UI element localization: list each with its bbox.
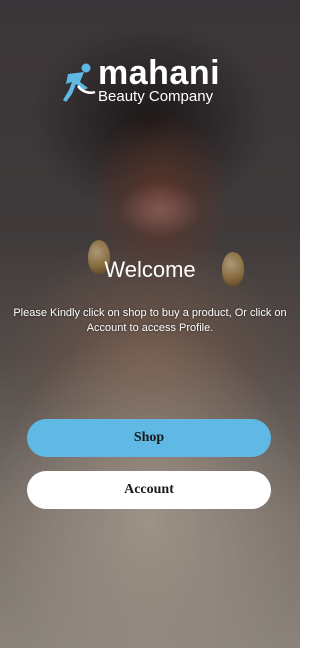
brand-tagline: Beauty Company [98, 88, 214, 105]
welcome-screen: mahani Beauty Company Welcome Please Kin… [0, 0, 300, 648]
running-figure-icon [63, 63, 96, 102]
welcome-title: Welcome [104, 257, 196, 282]
brand-name: mahani [98, 54, 221, 92]
welcome-message: Please Kindly click on shop to buy a pro… [13, 307, 287, 334]
account-button[interactable]: Account [27, 471, 271, 509]
brand-logo: mahani Beauty Company [62, 56, 242, 110]
shop-button[interactable]: Shop [27, 419, 271, 457]
